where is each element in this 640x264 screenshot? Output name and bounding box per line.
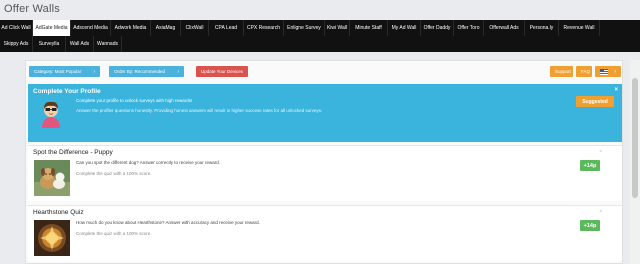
tab-minute-staff[interactable]: Minute Staff <box>350 20 388 36</box>
support-label: Support <box>555 69 571 74</box>
tab-cpa-lead[interactable]: CPA Lead <box>209 20 244 36</box>
profile-card-title: Complete Your Profile <box>33 88 101 95</box>
avatar-illustration <box>36 98 66 128</box>
update-devices-button[interactable]: Update Your Devices <box>196 66 248 77</box>
offers-panel: Category: Most Popular › Order By: Recom… <box>25 60 623 264</box>
tab-row-1: Ad Click Wall AdGate Media Adscend Media Ad… <box>0 20 640 36</box>
offer-title: Hearthstone Quiz <box>33 209 84 216</box>
complete-profile-card[interactable]: Complete Your Profile Complete your prof… <box>28 84 622 142</box>
suggested-badge: Suggested <box>576 96 614 107</box>
close-icon[interactable]: × <box>599 149 602 155</box>
offerwall-tab-bar: Ad Click Wall AdGate Media Adscend Media Ad… <box>0 20 640 52</box>
tab-revenue-wall[interactable]: Revenue Wall <box>559 20 600 36</box>
category-label: Category: Most Popular <box>34 69 82 74</box>
tab-clixwall[interactable]: ClixWall <box>181 20 209 36</box>
page-title: Offer Walls <box>4 3 60 15</box>
offer-card[interactable]: Hearthstone Quiz How much do you know ab… <box>28 205 622 261</box>
offer-card[interactable]: Spot the Difference - Puppy Can you spot… <box>28 145 622 201</box>
chevron-right-icon: › <box>614 68 616 75</box>
tab-wannads[interactable]: Wannads <box>94 36 122 52</box>
puppy-thumbnail <box>34 160 70 196</box>
tab-persona-ly[interactable]: Persona.ly <box>525 20 559 36</box>
close-icon[interactable]: × <box>599 209 602 215</box>
category-dropdown[interactable]: Category: Most Popular › <box>29 66 100 77</box>
tab-kiwi-wall[interactable]: Kiwi Wall <box>325 20 350 36</box>
tab-surveylla[interactable]: Surveylla <box>33 36 66 52</box>
tab-offer-daddy[interactable]: Offer Daddy <box>421 20 454 36</box>
support-button[interactable]: Support <box>550 66 573 77</box>
faq-button[interactable]: FAQ <box>576 66 592 77</box>
hearthstone-thumbnail <box>34 220 70 256</box>
offer-requirement: Complete the quiz with a 100% score. <box>76 231 152 236</box>
tab-enligne-survey[interactable]: Enligne Survey <box>284 20 325 36</box>
tab-cpx-research[interactable]: CPX Research <box>244 20 284 36</box>
reward-button[interactable]: +14p <box>580 160 600 171</box>
reward-button[interactable]: +14p <box>580 220 600 231</box>
tab-adgate-media[interactable]: AdGate Media <box>33 20 71 36</box>
tab-adscend-media[interactable]: Adscend Media <box>71 20 111 36</box>
tab-my-ad-wall[interactable]: My Ad Wall <box>388 20 421 36</box>
tab-ad-click-wall[interactable]: Ad Click Wall <box>0 20 33 36</box>
country-selector[interactable]: › <box>595 66 621 77</box>
faq-label: FAQ <box>581 69 591 74</box>
tab-adwork-media[interactable]: Adwork Media <box>111 20 151 36</box>
offer-title: Spot the Difference - Puppy <box>33 149 113 156</box>
chevron-right-icon: › <box>177 68 179 75</box>
offer-description: Can you spot the different dog? Answer c… <box>76 160 220 165</box>
tab-row-2: Skippy Ads Surveylla Wall Ads Wannads <box>0 36 640 52</box>
offer-description: How much do you know about Hearthstone? … <box>76 220 260 225</box>
tab-wall-ads[interactable]: Wall Ads <box>66 36 94 52</box>
close-icon[interactable]: × <box>614 87 618 93</box>
tab-offer-toro[interactable]: Offer Toro <box>454 20 484 36</box>
tab-asiamag[interactable]: AsiaMag <box>151 20 181 36</box>
tab-skippy-ads[interactable]: Skippy Ads <box>0 36 33 52</box>
chevron-right-icon: › <box>93 68 95 75</box>
update-devices-label: Update Your Devices <box>201 69 244 74</box>
order-by-label: Order By: Recommended <box>114 69 166 74</box>
offer-requirement: Complete the quiz with a 100% score. <box>76 171 152 176</box>
us-flag-icon <box>600 68 608 75</box>
order-by-dropdown[interactable]: Order By: Recommended › <box>109 66 184 77</box>
scrollbar-thumb[interactable] <box>632 78 638 198</box>
tab-offerwall-ads[interactable]: Offerwall Ads <box>484 20 525 36</box>
profile-card-subtext: Answer the profiler questions honestly. … <box>76 108 323 113</box>
profile-card-description: Complete your profile to unlock surveys … <box>76 98 193 103</box>
